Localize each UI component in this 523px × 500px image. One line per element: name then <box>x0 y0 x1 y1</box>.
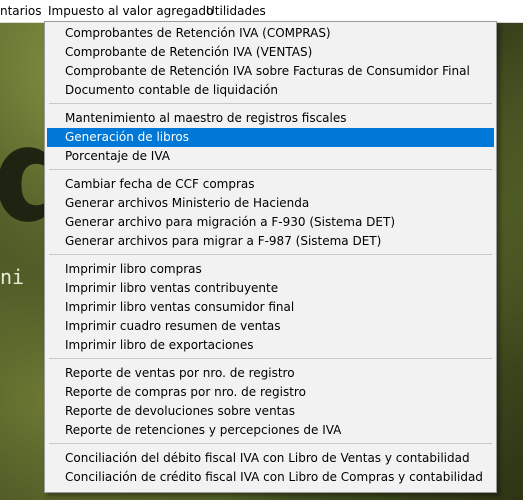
menu-item[interactable]: Documento contable de liquidación <box>47 81 494 100</box>
menu-item-label: Imprimir cuadro resumen de ventas <box>65 319 281 333</box>
menu-item-label: Imprimir libro compras <box>65 262 202 276</box>
menu-item-label: Imprimir libro de exportaciones <box>65 338 254 352</box>
menubar-item-iva[interactable]: Impuesto al valor agregado <box>48 4 213 20</box>
menu-item[interactable]: Mantenimiento al maestro de registros fi… <box>47 109 494 128</box>
menu-item[interactable]: Imprimir cuadro resumen de ventas <box>47 317 494 336</box>
menu-item-label: Imprimir libro ventas consumidor final <box>65 300 295 314</box>
menu-item[interactable]: Reporte de devoluciones sobre ventas <box>47 402 494 421</box>
menu-item-label: Reporte de retenciones y percepciones de… <box>65 423 342 437</box>
menu-item[interactable]: Imprimir libro compras <box>47 260 494 279</box>
menu-item-label: Generar archivo para migración a F-930 (… <box>65 215 395 229</box>
menu-item-label: Reporte de devoluciones sobre ventas <box>65 404 295 418</box>
menu-item-label: Conciliación del débito fiscal IVA con L… <box>65 451 470 465</box>
menu-item[interactable]: Comprobante de Retención IVA sobre Factu… <box>47 62 494 81</box>
menu-item[interactable]: Comprobante de Retención IVA (VENTAS) <box>47 43 494 62</box>
menu-item-label: Reporte de ventas por nro. de registro <box>65 366 295 380</box>
menu-separator <box>49 443 492 444</box>
menu-item[interactable]: Generación de libros <box>47 128 494 147</box>
menu-item[interactable]: Imprimir libro ventas consumidor final <box>47 298 494 317</box>
menu-separator <box>49 169 492 170</box>
menu-item[interactable]: Conciliación de crédito fiscal IVA con L… <box>47 468 494 487</box>
menu-item[interactable]: Comprobantes de Retención IVA (COMPRAS) <box>47 24 494 43</box>
menu-item[interactable]: Imprimir libro de exportaciones <box>47 336 494 355</box>
menu-item-label: Generación de libros <box>65 130 190 144</box>
menu-item[interactable]: Generar archivo para migración a F-930 (… <box>47 213 494 232</box>
menu-item-label: Documento contable de liquidación <box>65 83 278 97</box>
menu-item-label: Porcentaje de IVA <box>65 149 170 163</box>
menu-item[interactable]: Imprimir libro ventas contribuyente <box>47 279 494 298</box>
menu-item[interactable]: Porcentaje de IVA <box>47 147 494 166</box>
menu-item-label: Cambiar fecha de CCF compras <box>65 177 255 191</box>
menu-separator <box>49 103 492 104</box>
menu-item[interactable]: Reporte de retenciones y percepciones de… <box>47 421 494 440</box>
menu-item[interactable]: Generar archivos Ministerio de Hacienda <box>47 194 494 213</box>
dropdown-menu-iva: Comprobantes de Retención IVA (COMPRAS) C… <box>44 21 497 493</box>
menu-item-label: Reporte de compras por nro. de registro <box>65 385 306 399</box>
menubar-item-utilidades[interactable]: Utilidades <box>206 4 266 20</box>
menubar-item-comentarios[interactable]: ntarios <box>0 4 42 20</box>
menu-item[interactable]: Generar archivos para migrar a F-987 (Si… <box>47 232 494 251</box>
menu-item-label: Mantenimiento al maestro de registros fi… <box>65 111 347 125</box>
menu-item[interactable]: Reporte de ventas por nro. de registro <box>47 364 494 383</box>
background-logo-subtext: ni <box>0 265 25 289</box>
menu-item-label: Conciliación de crédito fiscal IVA con L… <box>65 470 483 484</box>
menu-item-label: Generar archivos para migrar a F-987 (Si… <box>65 234 382 248</box>
menu-item-label: Generar archivos Ministerio de Hacienda <box>65 196 310 210</box>
menu-item-label: Comprobante de Retención IVA sobre Factu… <box>65 64 470 78</box>
menu-item[interactable]: Conciliación del débito fiscal IVA con L… <box>47 449 494 468</box>
menu-separator <box>49 358 492 359</box>
menu-item-label: Imprimir libro ventas contribuyente <box>65 281 279 295</box>
menu-item-label: Comprobante de Retención IVA (VENTAS) <box>65 45 313 59</box>
menu-item-label: Comprobantes de Retención IVA (COMPRAS) <box>65 26 331 40</box>
menu-item[interactable]: Cambiar fecha de CCF compras <box>47 175 494 194</box>
menu-item[interactable]: Reporte de compras por nro. de registro <box>47 383 494 402</box>
menu-bar: ntarios Impuesto al valor agregado Utili… <box>0 0 523 23</box>
menu-separator <box>49 254 492 255</box>
